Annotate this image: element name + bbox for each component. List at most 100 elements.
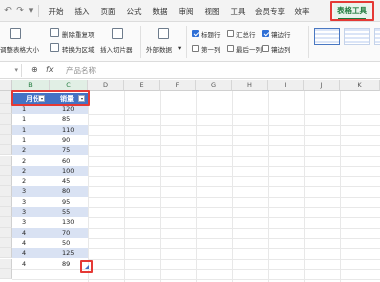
name-box[interactable]: ▾ (0, 64, 22, 77)
cell-sales[interactable]: 89 (50, 259, 88, 269)
column-header-g[interactable]: G (196, 80, 232, 91)
cell-month[interactable]: 3 (12, 217, 50, 227)
banded-columns-checkbox[interactable] (262, 45, 269, 52)
row-header[interactable] (0, 114, 12, 125)
menu-formula[interactable]: 公式 (122, 5, 146, 18)
cell-sales[interactable]: 120 (50, 104, 88, 114)
column-header-i[interactable]: I (268, 80, 304, 91)
menu-member[interactable]: 会员专享 (252, 5, 288, 18)
remove-duplicates-button[interactable]: 删除重复项 (62, 29, 95, 39)
first-column-checkbox[interactable] (192, 45, 199, 52)
cell-month[interactable]: 4 (12, 238, 50, 248)
row-header[interactable] (0, 196, 12, 207)
row-header[interactable] (0, 145, 12, 156)
cell-month[interactable]: 3 (12, 186, 50, 196)
cell-month[interactable]: 2 (12, 145, 50, 155)
cell-sales[interactable]: 100 (50, 166, 88, 176)
cell-sales[interactable]: 90 (50, 135, 88, 145)
column-header-h[interactable]: H (232, 80, 268, 91)
resize-table-button[interactable]: 调整表格大小 (0, 44, 39, 54)
menu-table-tools[interactable]: 表格工具 (334, 3, 370, 20)
cell-month[interactable]: 1 (12, 114, 50, 124)
fx-icon[interactable]: fx (46, 65, 54, 74)
table-style-1[interactable] (314, 28, 340, 45)
menu-home[interactable]: 开始 (44, 5, 68, 18)
cell-month[interactable]: 3 (12, 197, 50, 207)
select-all-corner[interactable] (0, 80, 12, 91)
menu-page[interactable]: 页面 (96, 5, 120, 18)
cell-sales[interactable]: 75 (50, 145, 88, 155)
table-style-3[interactable] (374, 28, 380, 45)
cell-month[interactable]: 4 (12, 259, 50, 269)
column-header-f[interactable]: F (160, 80, 196, 91)
row-header[interactable] (0, 91, 12, 104)
cell-sales[interactable]: 95 (50, 197, 88, 207)
month-filter-dropdown-icon[interactable] (38, 95, 45, 102)
row-header[interactable] (0, 104, 12, 115)
insert-slicer-button[interactable]: 插入切片器 (100, 44, 133, 54)
row-header[interactable] (0, 237, 12, 249)
menu-efficiency[interactable]: 效率 (290, 5, 314, 18)
row-header[interactable] (0, 124, 12, 135)
row-header[interactable] (0, 207, 12, 218)
formula-input[interactable]: 产品名称 (66, 65, 96, 76)
grid-line (12, 268, 380, 270)
cell-sales[interactable]: 55 (50, 207, 88, 217)
convert-to-range-button[interactable]: 转换为区域 (62, 44, 95, 54)
cell-sales[interactable]: 85 (50, 114, 88, 124)
cell-sales[interactable]: 130 (50, 217, 88, 227)
column-header-b[interactable]: B (12, 80, 50, 91)
row-header[interactable] (0, 186, 12, 197)
row-header[interactable] (0, 134, 12, 146)
table-style-2[interactable] (344, 28, 370, 45)
cell-sales[interactable]: 80 (50, 186, 88, 196)
cell-month[interactable]: 1 (12, 135, 50, 145)
cell-month[interactable]: 4 (12, 228, 50, 238)
cell-month[interactable]: 3 (12, 207, 50, 217)
row-header[interactable] (0, 248, 12, 259)
column-header-c[interactable]: C (50, 80, 88, 91)
header-cell-sales[interactable]: 销量 (60, 93, 74, 104)
cell-month[interactable]: 1 (12, 125, 50, 135)
row-header[interactable] (0, 165, 12, 177)
column-header-d[interactable]: D (88, 80, 124, 91)
header-row-checkbox[interactable] (192, 30, 199, 37)
column-header-e[interactable]: E (124, 80, 160, 91)
external-data-button[interactable]: 外部数据 (146, 44, 172, 54)
menu-insert[interactable]: 插入 (70, 5, 94, 18)
cell-month[interactable]: 1 (12, 104, 50, 114)
quick-access-dropdown-icon[interactable]: ▾ (25, 5, 37, 17)
remove-duplicates-icon (50, 28, 59, 37)
cell-month[interactable]: 4 (12, 248, 50, 258)
undo-icon[interactable]: ↶ (2, 5, 14, 17)
cell-sales[interactable]: 50 (50, 238, 88, 248)
external-data-dropdown-icon[interactable]: ▾ (178, 44, 181, 52)
row-header[interactable] (0, 268, 12, 280)
cell-month[interactable]: 2 (12, 156, 50, 166)
row-header[interactable] (0, 176, 12, 187)
last-column-checkbox[interactable] (227, 45, 234, 52)
cell-sales[interactable]: 70 (50, 228, 88, 238)
table-resize-handle[interactable] (84, 264, 89, 269)
cell-sales[interactable]: 125 (50, 248, 88, 258)
cell-month[interactable]: 2 (12, 176, 50, 186)
cell-month[interactable]: 2 (12, 166, 50, 176)
row-header[interactable] (0, 227, 12, 238)
name-box-dropdown-icon[interactable]: ▾ (14, 66, 18, 74)
column-header-j[interactable]: J (304, 80, 340, 91)
zoom-icon[interactable]: ⊕ (31, 65, 38, 74)
sales-filter-dropdown-icon[interactable] (78, 95, 85, 102)
cell-sales[interactable]: 60 (50, 156, 88, 166)
cell-sales[interactable]: 110 (50, 125, 88, 135)
banded-rows-checkbox[interactable] (262, 30, 269, 37)
menu-data[interactable]: 数据 (148, 5, 172, 18)
menu-view[interactable]: 视图 (200, 5, 224, 18)
menu-tools[interactable]: 工具 (226, 5, 250, 18)
menu-review[interactable]: 审阅 (174, 5, 198, 18)
row-header[interactable] (0, 258, 12, 269)
row-header[interactable] (0, 217, 12, 228)
column-header-k[interactable]: K (340, 80, 380, 91)
cell-sales[interactable]: 45 (50, 176, 88, 186)
total-row-checkbox[interactable] (227, 30, 234, 37)
row-header[interactable] (0, 155, 12, 166)
